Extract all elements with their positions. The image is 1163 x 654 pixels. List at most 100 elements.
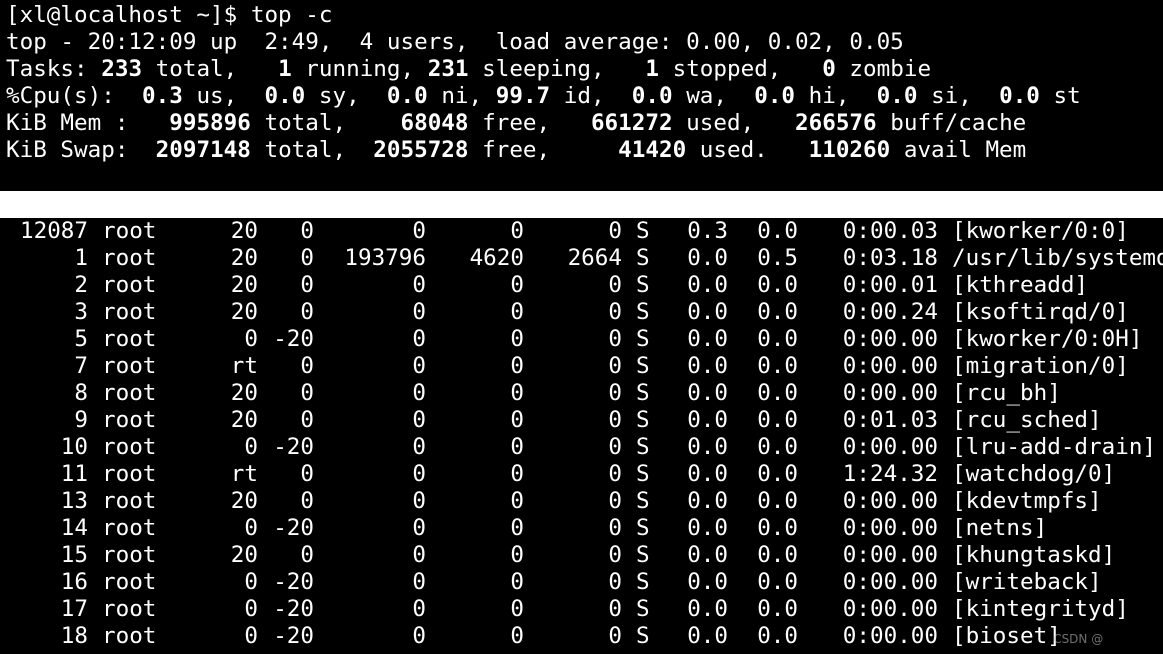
table-row[interactable]: 5 root 0 -20 0 0 0 S 0.0 0.0 0:00.00 [kworker/0:0H] <box>6 326 1163 353</box>
cell-user: root <box>102 218 157 244</box>
cell-cpu: 0.0 <box>687 434 728 460</box>
cell-mem: 0.0 <box>757 434 798 460</box>
table-row[interactable]: 9 root 20 0 0 0 0 S 0.0 0.0 0:01.03 [rcu_sched] <box>6 407 1163 434</box>
table-row[interactable]: 13 root 20 0 0 0 0 S 0.0 0.0 0:00.00 [kdevtmpfs] <box>6 488 1163 515</box>
table-row[interactable]: 2 root 20 0 0 0 0 S 0.0 0.0 0:00.01 [kthreadd] <box>6 272 1163 299</box>
cell-nice: -20 <box>273 569 314 595</box>
cell-command: [lru-add-drain] <box>952 434 1157 460</box>
cell-state: S <box>636 488 650 514</box>
terminal-window[interactable]: [xl@localhost ~]$ top -c top - 20:12:09 … <box>0 2 1163 650</box>
cell-state: S <box>636 461 650 487</box>
cell-user: root <box>102 596 157 622</box>
cell-priority: 20 <box>230 272 258 298</box>
cell-nice: -20 <box>273 434 314 460</box>
cell-pid: 3 <box>74 299 88 325</box>
cell-priority: rt <box>230 353 258 379</box>
cell-shr: 0 <box>608 218 622 244</box>
cell-res: 0 <box>510 623 524 649</box>
cell-priority: 0 <box>244 569 258 595</box>
table-row[interactable]: 3 root 20 0 0 0 0 S 0.0 0.0 0:00.24 [ksoftirqd/0] <box>6 299 1163 326</box>
cell-pid: 7 <box>74 353 88 379</box>
cell-state: S <box>636 353 650 379</box>
shell-prompt: [xl@localhost ~]$ top -c <box>6 2 333 28</box>
cell-virt: 0 <box>412 596 426 622</box>
table-row[interactable]: 7 root rt 0 0 0 0 S 0.0 0.0 0:00.00 [migration/0] <box>6 353 1163 380</box>
table-row[interactable]: 8 root 20 0 0 0 0 S 0.0 0.0 0:00.00 [rcu_bh] <box>6 380 1163 407</box>
cell-user: root <box>102 353 157 379</box>
cell-cpu: 0.0 <box>687 272 728 298</box>
cell-pid: 17 <box>60 596 88 622</box>
cell-shr: 0 <box>608 488 622 514</box>
table-row[interactable]: 12087 root 20 0 0 0 0 S 0.3 0.0 0:00.03 [kworker/0:… <box>6 218 1163 245</box>
cell-nice: 0 <box>300 542 314 568</box>
cell-nice: 0 <box>300 461 314 487</box>
cell-mem: 0.0 <box>757 569 798 595</box>
table-row[interactable]: 10 root 0 -20 0 0 0 S 0.0 0.0 0:00.00 [lru-add-drai… <box>6 434 1163 461</box>
cell-state: S <box>636 515 650 541</box>
cell-cpu: 0.0 <box>687 380 728 406</box>
cell-res: 0 <box>510 407 524 433</box>
cell-nice: -20 <box>273 515 314 541</box>
cell-nice: -20 <box>273 596 314 622</box>
table-row[interactable]: 18 root 0 -20 0 0 0 S 0.0 0.0 0:00.00 [bioset] <box>6 623 1163 650</box>
cpu-line: %Cpu(s): 0.3 us, 0.0 sy, 0.0 ni, 99.7 id… <box>6 83 1081 109</box>
cell-mem: 0.0 <box>757 218 798 244</box>
cell-pid: 1 <box>74 245 88 271</box>
cell-virt: 0 <box>412 542 426 568</box>
cell-shr: 0 <box>608 353 622 379</box>
cell-priority: 20 <box>230 407 258 433</box>
cell-cpu: 0.0 <box>687 245 728 271</box>
cell-res: 0 <box>510 596 524 622</box>
cell-res: 0 <box>510 461 524 487</box>
table-row[interactable]: 17 root 0 -20 0 0 0 S 0.0 0.0 0:00.00 [kintegrityd] <box>6 596 1163 623</box>
cell-shr: 0 <box>608 407 622 433</box>
cell-priority: 20 <box>230 245 258 271</box>
cell-command: [kthreadd] <box>952 272 1089 298</box>
cell-shr: 0 <box>608 542 622 568</box>
cell-pid: 13 <box>60 488 88 514</box>
cell-mem: 0.0 <box>757 380 798 406</box>
cell-nice: 0 <box>300 272 314 298</box>
cell-priority: 20 <box>230 218 258 244</box>
cell-command: [kworker/0:0H] <box>952 326 1143 352</box>
swap-line: KiB Swap: 2097148 total, 2055728 free, 4… <box>6 137 1027 163</box>
cell-command: [kdevtmpfs] <box>952 488 1102 514</box>
cell-time: 0:00.00 <box>842 515 938 541</box>
cell-time: 0:00.00 <box>842 353 938 379</box>
table-row[interactable]: 15 root 20 0 0 0 0 S 0.0 0.0 0:00.00 [khungtaskd] <box>6 542 1163 569</box>
cell-command: [migration/0] <box>952 353 1129 379</box>
cell-cpu: 0.0 <box>687 596 728 622</box>
cell-state: S <box>636 407 650 433</box>
cell-res: 0 <box>510 542 524 568</box>
cell-time: 0:01.03 <box>842 407 938 433</box>
cell-user: root <box>102 380 157 406</box>
cell-command: [rcu_bh] <box>952 380 1061 406</box>
cell-shr: 0 <box>608 326 622 352</box>
uptime-line: top - 20:12:09 up 2:49, 4 users, load av… <box>6 29 904 55</box>
cell-virt: 0 <box>412 434 426 460</box>
cell-pid: 2 <box>74 272 88 298</box>
cell-shr: 0 <box>608 434 622 460</box>
table-row[interactable]: 14 root 0 -20 0 0 0 S 0.0 0.0 0:00.00 [netns] <box>6 515 1163 542</box>
cell-mem: 0.0 <box>757 299 798 325</box>
cell-pid: 16 <box>60 569 88 595</box>
cell-cpu: 0.3 <box>687 218 728 244</box>
cell-nice: 0 <box>300 218 314 244</box>
cell-pid: 11 <box>60 461 88 487</box>
cell-state: S <box>636 623 650 649</box>
table-row[interactable]: 1 root 20 0 193796 4620 2664 S 0.0 0.5 0:03.18/usr… <box>6 245 1163 272</box>
cell-user: root <box>102 515 157 541</box>
cell-user: root <box>102 407 157 433</box>
table-row[interactable]: 16 root 0 -20 0 0 0 S 0.0 0.0 0:00.00 [writeback] <box>6 569 1163 596</box>
cell-priority: 0 <box>244 326 258 352</box>
process-table-header: PID USER PR NI VIRT RES SHR S %CPU %MEM TIME+ COMMA… <box>0 191 1163 244</box>
cell-virt: 0 <box>412 299 426 325</box>
cell-time: 0:00.00 <box>842 434 938 460</box>
cell-mem: 0.0 <box>757 461 798 487</box>
cell-cpu: 0.0 <box>687 353 728 379</box>
table-row[interactable]: 11 root rt 0 0 0 0 S 0.0 0.0 1:24.32 [watchdog/0] <box>6 461 1163 488</box>
cell-time: 0:00.00 <box>842 623 938 649</box>
cell-state: S <box>636 326 650 352</box>
cell-mem: 0.0 <box>757 326 798 352</box>
cell-virt: 0 <box>412 353 426 379</box>
